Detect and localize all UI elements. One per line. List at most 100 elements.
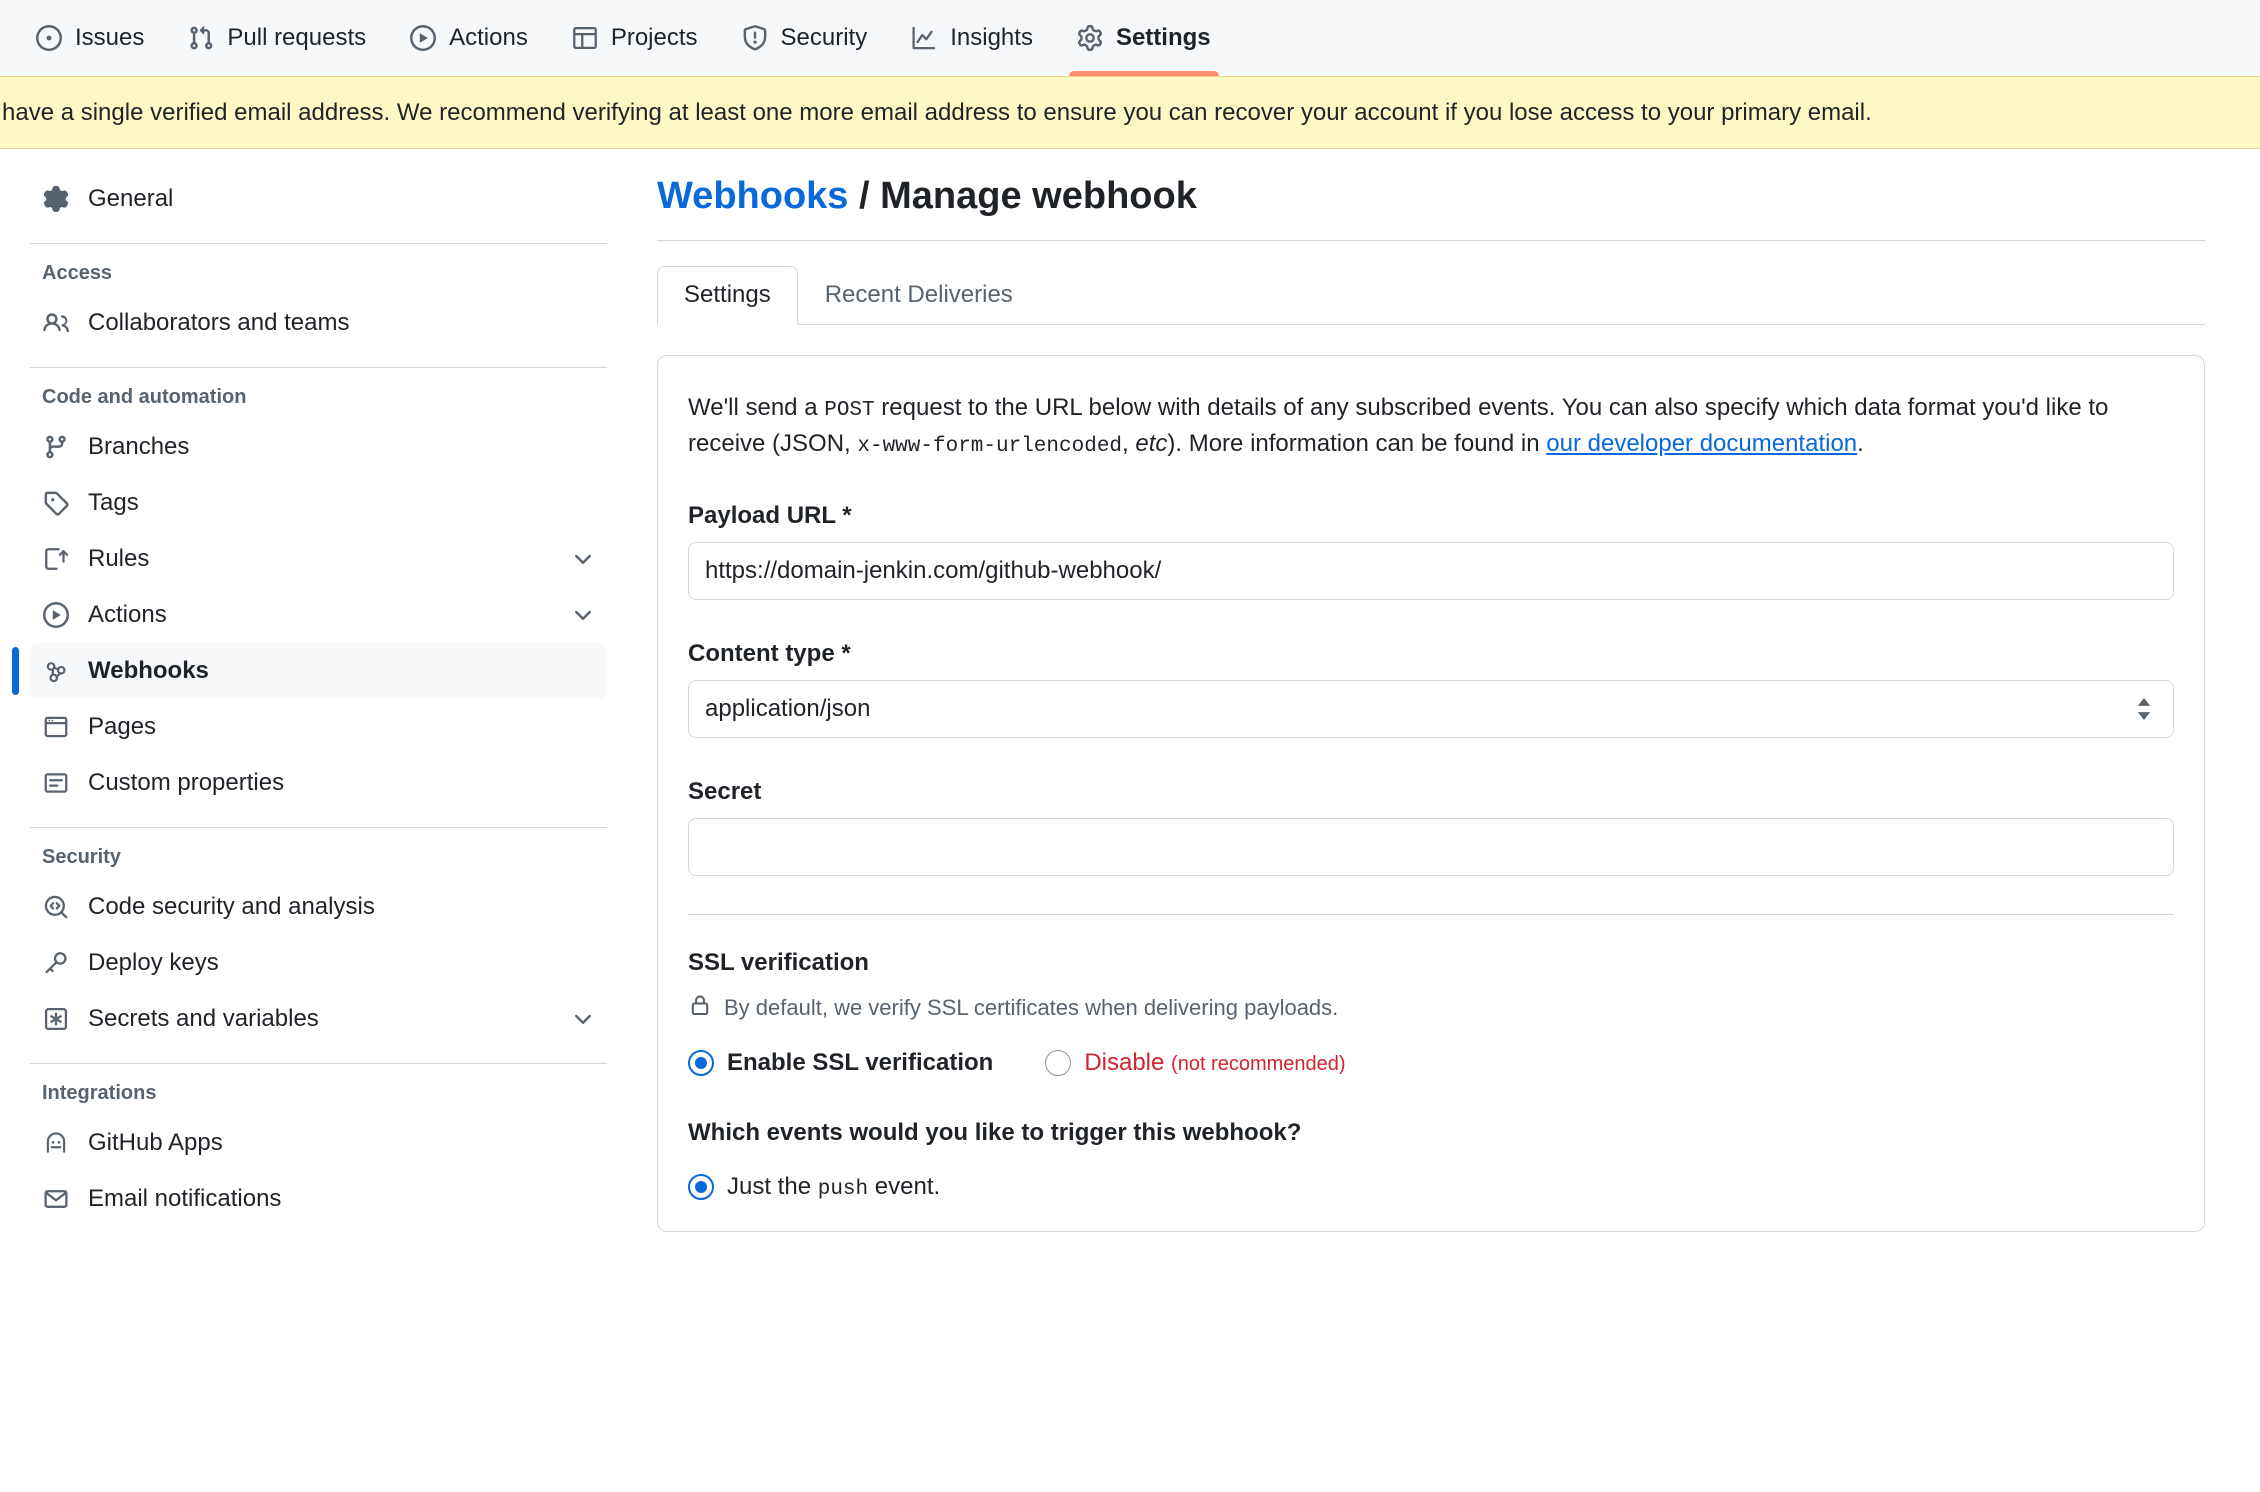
apps-icon [42,1129,70,1157]
tab-settings[interactable]: Settings [657,266,798,325]
nav-item-label: Actions [449,24,528,51]
page-title-text: Manage webhook [880,175,1197,217]
ssl-disable-suffix: (not recommended) [1171,1053,1346,1076]
radio-selected-icon[interactable] [688,1174,714,1201]
secret-label: Secret [688,778,762,806]
ssl-disable-option[interactable]: Disable (not recommended) [1045,1049,1346,1077]
sidebar-item-label: Collaborators and teams [88,309,350,336]
nav-item-settings[interactable]: Settings [1055,0,1233,76]
mail-icon [42,1185,70,1213]
sidebar-item-secrets-and-variables[interactable]: Secrets and variables [30,991,607,1047]
ssl-enable-option[interactable]: Enable SSL verification [688,1049,993,1077]
sidebar-item-collaborators-and-teams[interactable]: Collaborators and teams [30,295,607,351]
section-divider [688,914,2174,916]
content-type-label: Content type * [688,640,851,668]
sidebar-item-label: Code security and analysis [88,893,375,920]
content-type-select-wrapper [688,680,2174,739]
secret-input[interactable] [688,818,2174,877]
banner-text: have a single verified email address. We… [2,98,1872,126]
events-question: Which events would you like to trigger t… [688,1119,1302,1147]
sidebar-item-pages[interactable]: Pages [30,699,607,755]
chevron-down-icon[interactable] [571,1007,595,1031]
sidebar-item-label: Deploy keys [88,949,219,976]
event-just-push-label: Just the push event. [727,1173,940,1201]
sidebar-item-tags[interactable]: Tags [30,475,607,531]
git-pull-request-icon [188,25,214,51]
lock-icon [688,993,712,1023]
intro-part-3: , [1122,430,1136,458]
shield-icon [742,25,768,51]
sidebar-item-label: Secrets and variables [88,1005,319,1032]
settings-sidebar: General Access Collaborators and teams C… [0,149,637,1227]
chevron-down-icon[interactable] [571,547,595,571]
nav-item-actions[interactable]: Actions [388,0,550,76]
payload-url-label: Payload URL * [688,502,852,530]
sidebar-item-label: Email notifications [88,1185,282,1212]
nav-item-pull-requests[interactable]: Pull requests [166,0,388,76]
graph-icon [911,25,937,51]
sidebar-item-deploy-keys[interactable]: Deploy keys [30,935,607,991]
radio-unselected-icon[interactable] [1045,1050,1072,1077]
page-title: Webhooks / Manage webhook [657,175,2205,241]
issue-opened-icon [36,25,62,51]
nav-item-label: Security [780,24,868,51]
webhook-tabs: Settings Recent Deliveries [657,266,2205,325]
repo-nav: Issues Pull requests Actions Projects Se… [0,0,2260,76]
nav-item-security[interactable]: Security [720,0,890,76]
gear-icon [42,185,70,213]
nav-item-label: Settings [1115,24,1211,51]
nav-item-insights[interactable]: Insights [889,0,1055,76]
ssl-note: By default, we verify SSL certificates w… [688,993,2174,1023]
secret-field: Secret [688,778,2174,877]
sidebar-item-label: Custom properties [88,769,285,796]
payload-url-input[interactable] [688,542,2174,601]
sidebar-group-security: Security Code security and analysis Depl… [0,832,637,1064]
sidebar-group-heading: Security [42,846,121,868]
breadcrumb-separator: / [848,175,881,217]
intro-part-1: We'll send a [688,394,825,421]
sidebar-item-github-apps[interactable]: GitHub Apps [30,1115,607,1171]
sidebar-group-access: Access Collaborators and teams [0,248,637,368]
nav-item-label: Pull requests [227,24,367,51]
nav-item-projects[interactable]: Projects [550,0,720,76]
sidebar-item-code-security-and-analysis[interactable]: Code security and analysis [30,879,607,935]
webhook-intro-text: We'll send a POST request to the URL bel… [688,390,2174,462]
sidebar-group-code-and-automation: Code and automation Branches Tags Rules [0,372,637,828]
sidebar-divider [30,827,607,828]
event-just-push-option[interactable]: Just the push event. [688,1173,2174,1201]
sidebar-item-general[interactable]: General [30,171,607,227]
nav-item-label: Issues [75,24,145,51]
chevron-down-icon[interactable] [571,603,595,627]
intro-code-urlencoded: x-www-form-urlencoded [857,435,1123,459]
sidebar-item-rules[interactable]: Rules [30,531,607,587]
sidebar-divider [30,367,607,368]
sidebar-item-actions[interactable]: Actions [30,587,607,643]
table-icon [572,25,598,51]
sidebar-item-label: Webhooks [88,657,209,684]
nav-item-issues[interactable]: Issues [14,0,166,76]
intro-part-4: ). More information can be found in [1167,430,1547,458]
main-content: Webhooks / Manage webhook Settings Recen… [637,149,2260,1233]
code-review-icon [42,893,70,921]
gear-icon [1077,25,1103,51]
nav-item-label: Insights [950,24,1033,51]
sidebar-item-label: Actions [88,601,167,628]
sidebar-item-label: Rules [88,545,150,572]
content-type-select[interactable] [688,680,2174,739]
sidebar-item-webhooks[interactable]: Webhooks [12,643,607,699]
ssl-enable-label: Enable SSL verification [727,1049,994,1077]
sidebar-item-custom-properties[interactable]: Custom properties [30,755,607,811]
sidebar-item-label: Tags [88,489,139,516]
content-type-field: Content type * [688,640,2174,739]
breadcrumb-webhooks-link[interactable]: Webhooks [657,175,848,217]
git-branch-icon [42,433,70,461]
developer-documentation-link[interactable]: our developer documentation [1546,430,1857,457]
radio-selected-icon[interactable] [688,1050,714,1077]
sidebar-group-heading: Code and automation [42,386,247,408]
sidebar-item-label: Pages [88,713,157,740]
intro-part-5: . [1857,430,1864,458]
sidebar-item-branches[interactable]: Branches [30,419,607,475]
tab-recent-deliveries[interactable]: Recent Deliveries [798,266,1040,325]
play-icon [42,601,70,629]
sidebar-item-email-notifications[interactable]: Email notifications [30,1171,607,1227]
